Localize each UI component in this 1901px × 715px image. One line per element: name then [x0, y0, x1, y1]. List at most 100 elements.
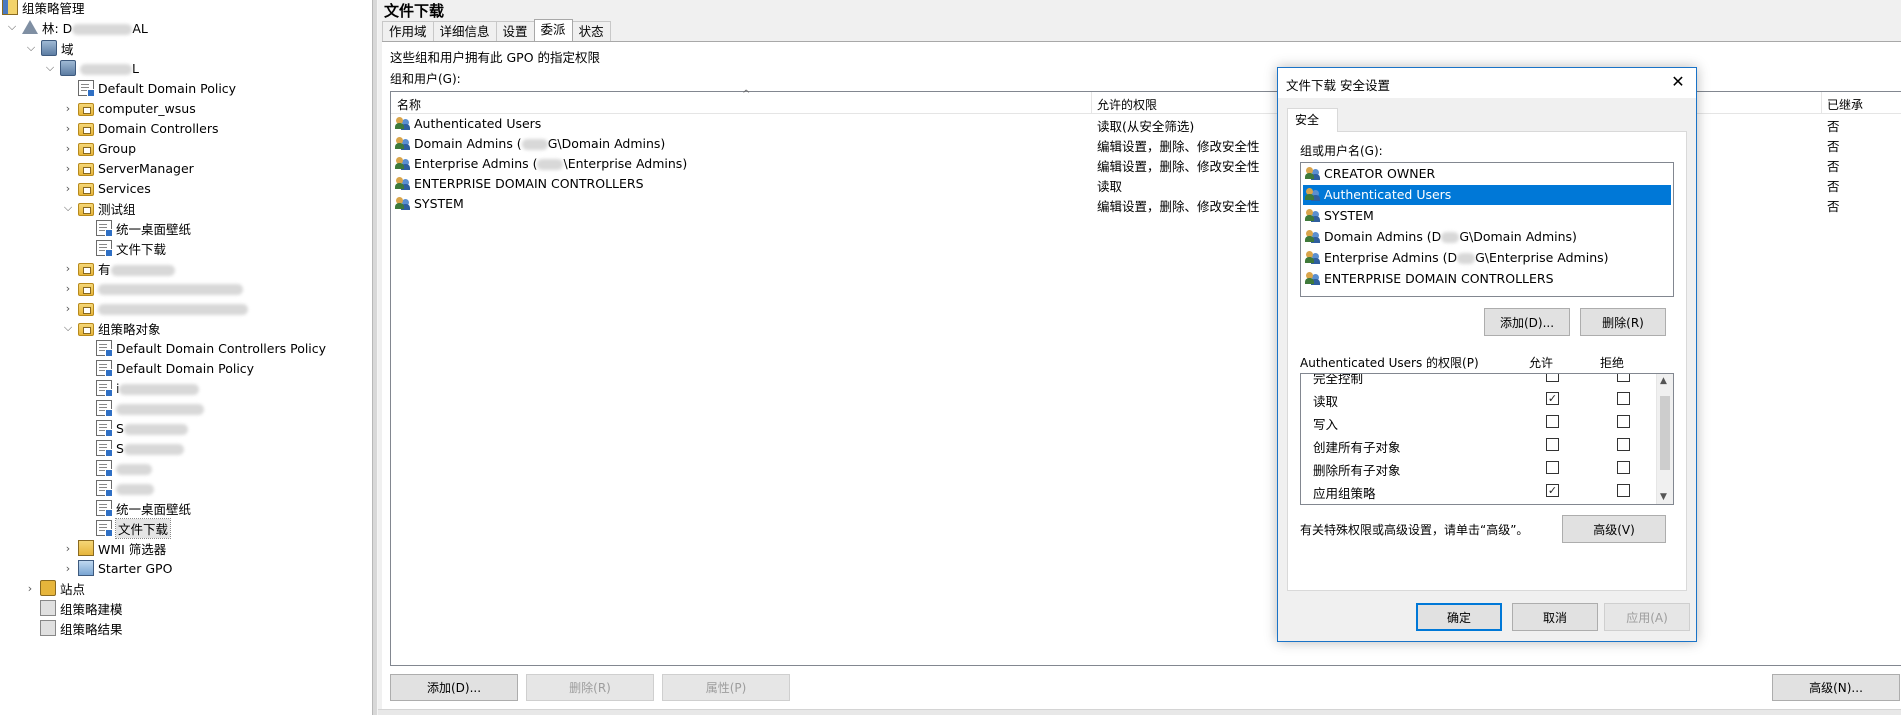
chevron-right-icon[interactable]: ›	[62, 262, 74, 275]
chevron-right-icon[interactable]: ›	[62, 562, 74, 575]
tab-settings[interactable]: 设置	[495, 21, 535, 41]
list-item[interactable]: SYSTEM	[1303, 206, 1671, 226]
tree-item-wmi-filters[interactable]: › WMI 筛选器	[62, 538, 166, 558]
scroll-down-icon[interactable]: ▼	[1660, 492, 1667, 502]
chevron-right-icon[interactable]: ›	[62, 302, 74, 315]
tab-security[interactable]: 安全	[1287, 108, 1338, 132]
tree-item-services[interactable]: › Services	[62, 178, 151, 198]
list-item[interactable]: ENTERPRISE DOMAIN CONTROLLERS	[1303, 269, 1671, 289]
chevron-down-icon[interactable]: ⌵	[44, 61, 56, 74]
dialog-titlebar[interactable]: 文件下载 安全设置 ✕	[1278, 68, 1696, 98]
add-button[interactable]: 添加(D)...	[390, 674, 518, 701]
tree-item-redacted-ou-3[interactable]: ›	[62, 298, 248, 318]
tree-item-wallpaper-link[interactable]: 统一桌面壁纸	[96, 218, 191, 238]
scroll-thumb[interactable]	[1660, 396, 1670, 470]
column-divider[interactable]	[1821, 92, 1822, 114]
dialog-remove-button[interactable]: 删除(R)	[1580, 308, 1666, 336]
starter-gpo-icon	[78, 560, 94, 576]
tree-item-gpo-objects[interactable]: ⌵ 组策略对象	[62, 318, 161, 338]
remove-button[interactable]: 删除(R)	[526, 674, 654, 701]
list-item-selected[interactable]: Authenticated Users	[1303, 185, 1671, 205]
deny-checkbox[interactable]	[1617, 484, 1630, 497]
tree-item-redacted-ou-1[interactable]: › 有	[62, 258, 175, 278]
tree-item-gpo-redacted-2[interactable]	[96, 398, 204, 418]
tree-item-file-download-link[interactable]: 文件下载	[96, 238, 166, 258]
close-icon[interactable]: ✕	[1666, 70, 1690, 94]
tree-item-gp-results[interactable]: 组策略结果	[40, 618, 123, 638]
dialog-advanced-button[interactable]: 高级(V)	[1562, 515, 1666, 543]
tree-item-gp-modeling[interactable]: 组策略建模	[40, 598, 123, 618]
chevron-right-icon[interactable]: ›	[62, 122, 74, 135]
deny-checkbox[interactable]	[1617, 438, 1630, 451]
tab-status[interactable]: 状态	[571, 21, 611, 41]
cancel-button[interactable]: 取消	[1512, 603, 1598, 631]
tree-item-gpo-ddp[interactable]: Default Domain Policy	[96, 358, 254, 378]
tree-item-computer-wsus[interactable]: › computer_wsus	[62, 98, 196, 118]
tree-item-gpo-wallpaper[interactable]: 统一桌面壁纸	[96, 498, 191, 518]
apply-button[interactable]: 应用(A)	[1604, 603, 1690, 631]
tree-item-servermanager[interactable]: › ServerManager	[62, 158, 194, 178]
allow-checkbox[interactable]	[1546, 415, 1559, 428]
tree-domain[interactable]: ⌵ L	[44, 58, 139, 78]
deny-checkbox[interactable]	[1617, 374, 1630, 382]
tree-item-gpo-file-download[interactable]: 文件下载	[96, 517, 172, 539]
tree-item-gpo-ddcp[interactable]: Default Domain Controllers Policy	[96, 338, 326, 358]
chevron-down-icon[interactable]: ⌵	[25, 41, 37, 54]
chevron-down-icon[interactable]: ⌵	[6, 20, 18, 33]
tab-delegation[interactable]: 委派	[533, 19, 573, 41]
advanced-button[interactable]: 高级(N)...	[1772, 674, 1900, 701]
permissions-scrollbar[interactable]: ▲ ▼	[1656, 374, 1673, 504]
deny-checkbox[interactable]	[1617, 415, 1630, 428]
tree-item-gpo-redacted-1[interactable]: i	[96, 378, 200, 398]
wmi-filter-icon	[78, 540, 94, 556]
tree-domains[interactable]: ⌵ 域	[25, 38, 74, 58]
tree-item-sites[interactable]: › 站点	[24, 578, 85, 598]
permissions-label: Authenticated Users 的权限(P)	[1300, 356, 1479, 370]
tree-root[interactable]: 组策略管理	[2, 0, 85, 17]
tree-item-gpo-redacted-3[interactable]: S	[96, 418, 188, 438]
tree-item-redacted-ou-2[interactable]: ›	[62, 278, 243, 298]
column-name[interactable]: 名称	[397, 96, 421, 113]
tree-item-test-group[interactable]: ⌵ 测试组	[62, 198, 136, 218]
list-item[interactable]: CREATOR OWNER	[1303, 164, 1671, 184]
column-inherited[interactable]: 已继承	[1827, 96, 1863, 113]
tree-forest[interactable]: ⌵ 林: D AL	[6, 17, 148, 37]
allow-checkbox[interactable]: ✓	[1546, 392, 1559, 405]
ok-button[interactable]: 确定	[1416, 603, 1502, 631]
allow-checkbox[interactable]	[1546, 374, 1559, 382]
column-permissions[interactable]: 允许的权限	[1097, 96, 1157, 113]
allow-checkbox[interactable]	[1546, 438, 1559, 451]
tab-scope[interactable]: 作用域	[382, 21, 434, 41]
chevron-right-icon[interactable]: ›	[62, 102, 74, 115]
chevron-down-icon[interactable]: ⌵	[62, 201, 74, 214]
chevron-right-icon[interactable]: ›	[24, 582, 36, 595]
tree-item-gpo-redacted-5[interactable]	[96, 458, 152, 478]
list-item[interactable]: Enterprise Admins (D G\Enterprise Admins)	[1303, 248, 1671, 268]
tree-item-starter-gpo[interactable]: › Starter GPO	[62, 558, 172, 578]
tree-item-domain-controllers[interactable]: › Domain Controllers	[62, 118, 218, 138]
list-item[interactable]: Domain Admins (D G\Domain Admins)	[1303, 227, 1671, 247]
tree-item-gpo-redacted-6[interactable]	[96, 478, 154, 498]
users-listbox[interactable]: CREATOR OWNER Authenticated Users SYSTEM…	[1300, 162, 1674, 297]
dialog-add-button[interactable]: 添加(D)...	[1484, 308, 1570, 336]
allow-checkbox[interactable]: ✓	[1546, 484, 1559, 497]
chevron-right-icon[interactable]: ›	[62, 182, 74, 195]
tree-item-default-domain-policy-link[interactable]: Default Domain Policy	[78, 78, 236, 98]
chevron-down-icon[interactable]: ⌵	[62, 321, 74, 334]
tree-item-group[interactable]: › Group	[62, 138, 136, 158]
deny-checkbox[interactable]	[1617, 392, 1630, 405]
tree-item-gpo-redacted-4[interactable]: S	[96, 438, 184, 458]
chevron-right-icon[interactable]: ›	[62, 542, 74, 555]
allow-checkbox[interactable]	[1546, 461, 1559, 474]
chevron-right-icon[interactable]: ›	[62, 162, 74, 175]
column-divider[interactable]	[1091, 92, 1092, 114]
properties-button[interactable]: 属性(P)	[662, 674, 790, 701]
ou-icon	[78, 202, 94, 216]
tree-domain-label: L	[80, 61, 139, 76]
deny-checkbox[interactable]	[1617, 461, 1630, 474]
chevron-right-icon[interactable]: ›	[62, 142, 74, 155]
chevron-right-icon[interactable]: ›	[62, 282, 74, 295]
scroll-up-icon[interactable]: ▲	[1660, 376, 1667, 386]
permissions-list[interactable]: 完全控制 读取 ✓ 写入 创建所有子对象 删除所有子对象 应用组策略 ✓ ▲ ▼	[1300, 373, 1674, 505]
tab-details[interactable]: 详细信息	[432, 21, 497, 41]
